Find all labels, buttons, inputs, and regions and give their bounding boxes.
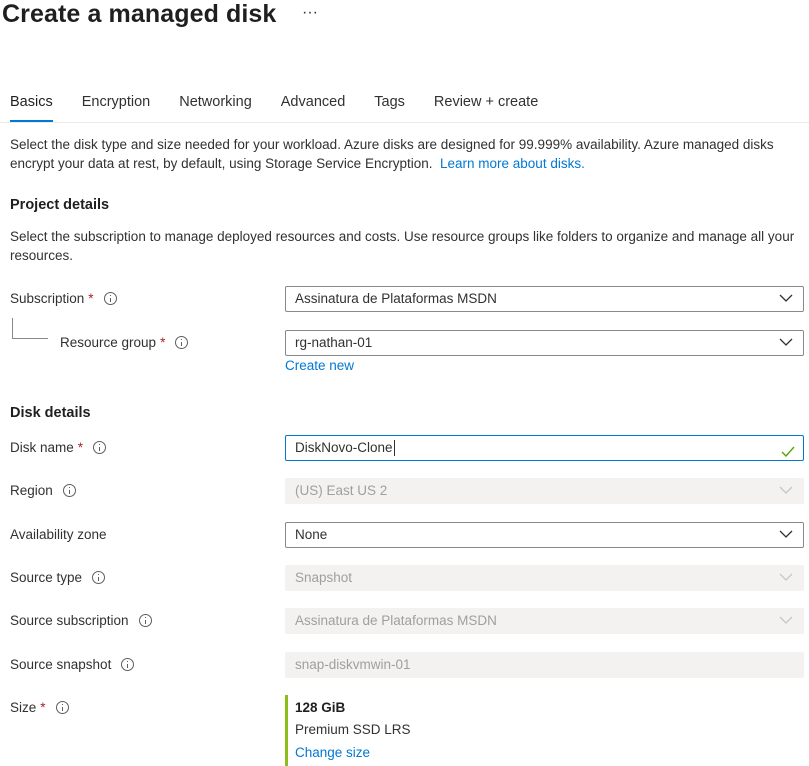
source-snapshot-label: Source snapshot (10, 657, 135, 672)
info-icon[interactable] (62, 484, 76, 497)
chevron-down-icon (779, 338, 793, 346)
size-sku: Premium SSD LRS (295, 722, 411, 737)
availability-zone-dropdown[interactable]: None (285, 522, 804, 548)
resource-group-label-text: Resource group (60, 335, 157, 350)
chevron-down-icon (779, 530, 793, 538)
size-label-text: Size (10, 700, 37, 715)
availability-zone-value: None (295, 527, 328, 542)
intro-text: Select the disk type and size needed for… (10, 137, 774, 171)
source-type-dropdown: Snapshot (285, 565, 804, 591)
source-snapshot-field: snap-diskvmwin-01 (285, 652, 804, 678)
subscription-value: Assinatura de Plataformas MSDN (295, 291, 497, 306)
size-accent-bar (285, 695, 288, 766)
tree-connector (12, 318, 13, 339)
intro-description: Select the disk type and size needed for… (10, 135, 800, 173)
resource-group-dropdown[interactable]: rg-nathan-01 (285, 330, 804, 356)
text-cursor (393, 440, 395, 457)
required-marker: * (160, 335, 166, 350)
size-label: Size * (10, 700, 69, 715)
required-marker: * (88, 291, 94, 306)
chevron-down-icon (779, 616, 793, 624)
subscription-label-text: Subscription (10, 291, 85, 306)
disk-name-label: Disk name * (10, 440, 107, 455)
info-icon[interactable] (55, 701, 69, 714)
source-subscription-value: Assinatura de Plataformas MSDN (295, 613, 497, 628)
region-dropdown: (US) East US 2 (285, 478, 804, 504)
chevron-down-icon (779, 294, 793, 302)
resource-group-label: Resource group * (60, 335, 189, 350)
tab-advanced[interactable]: Advanced (281, 94, 346, 122)
availability-zone-label: Availability zone (10, 527, 107, 542)
source-snapshot-value: snap-diskvmwin-01 (295, 657, 411, 672)
tab-tags[interactable]: Tags (374, 94, 405, 122)
info-icon[interactable] (121, 658, 135, 671)
disk-name-value: DiskNovo-Clone (295, 440, 393, 455)
tree-connector (12, 338, 48, 339)
size-value: 128 GiB (295, 700, 346, 715)
change-size-link[interactable]: Change size (295, 745, 370, 760)
info-icon[interactable] (175, 336, 189, 349)
disk-details-heading: Disk details (10, 405, 91, 421)
tab-bar: Basics Encryption Networking Advanced Ta… (10, 94, 567, 122)
source-type-label-text: Source type (10, 570, 83, 585)
info-icon[interactable] (92, 571, 106, 584)
region-label: Region (10, 483, 76, 498)
source-type-value: Snapshot (295, 570, 353, 585)
region-label-text: Region (10, 483, 53, 498)
tab-basics[interactable]: Basics (10, 94, 53, 122)
info-icon[interactable] (93, 441, 107, 454)
tab-networking[interactable]: Networking (179, 94, 252, 122)
source-subscription-label: Source subscription (10, 613, 152, 628)
region-value: (US) East US 2 (295, 483, 388, 498)
info-icon[interactable] (138, 614, 152, 627)
tab-encryption[interactable]: Encryption (82, 94, 151, 122)
resource-group-value: rg-nathan-01 (295, 335, 373, 350)
tab-divider (0, 122, 809, 123)
chevron-down-icon (779, 573, 793, 581)
subscription-label: Subscription * (10, 291, 117, 306)
subscription-dropdown[interactable]: Assinatura de Plataformas MSDN (285, 286, 804, 312)
info-icon[interactable] (103, 292, 117, 305)
project-details-heading: Project details (10, 197, 110, 213)
source-snapshot-label-text: Source snapshot (10, 657, 112, 672)
page-title: Create a managed disk (2, 0, 277, 28)
tab-review-create[interactable]: Review + create (434, 94, 538, 122)
learn-more-link[interactable]: Learn more about disks. (440, 156, 585, 171)
source-subscription-label-text: Source subscription (10, 613, 129, 628)
source-type-label: Source type (10, 570, 106, 585)
disk-name-label-text: Disk name (10, 440, 74, 455)
checkmark-icon (781, 442, 795, 458)
project-description: Select the subscription to manage deploy… (10, 229, 795, 263)
create-new-link[interactable]: Create new (285, 358, 354, 373)
source-subscription-dropdown: Assinatura de Plataformas MSDN (285, 608, 804, 634)
required-marker: * (40, 700, 46, 715)
chevron-down-icon (779, 486, 793, 494)
disk-name-input[interactable]: DiskNovo-Clone (285, 435, 804, 461)
required-marker: * (77, 440, 84, 455)
availability-zone-label-text: Availability zone (10, 527, 107, 542)
more-options-button[interactable]: ··· (302, 4, 318, 22)
